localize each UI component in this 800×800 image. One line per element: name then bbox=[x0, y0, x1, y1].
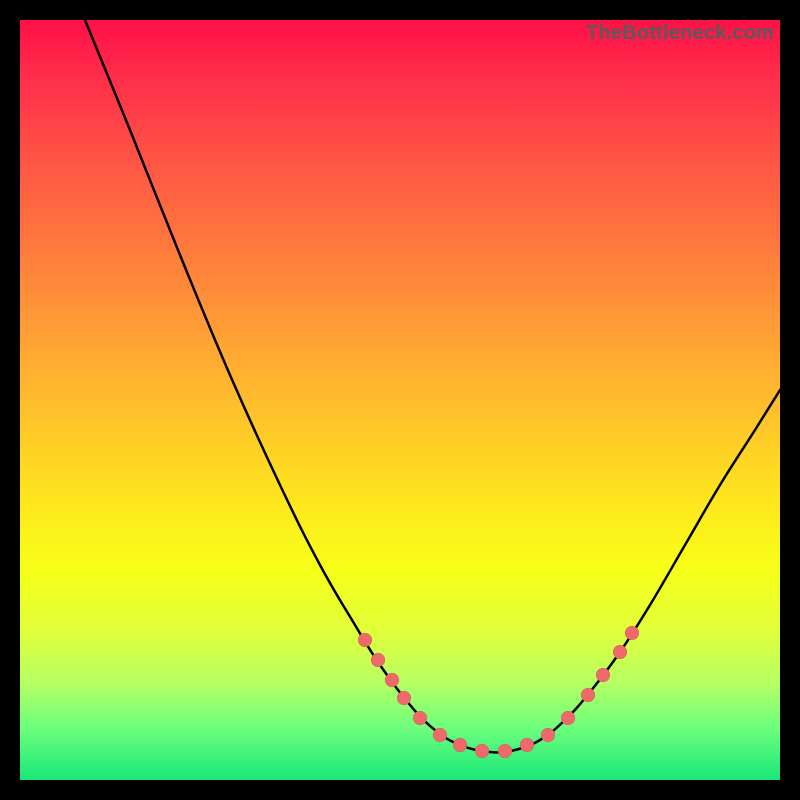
chart-frame: TheBottleneck.com bbox=[20, 20, 780, 780]
heat-gradient-background bbox=[20, 20, 780, 780]
watermark-text: TheBottleneck.com bbox=[586, 22, 774, 45]
